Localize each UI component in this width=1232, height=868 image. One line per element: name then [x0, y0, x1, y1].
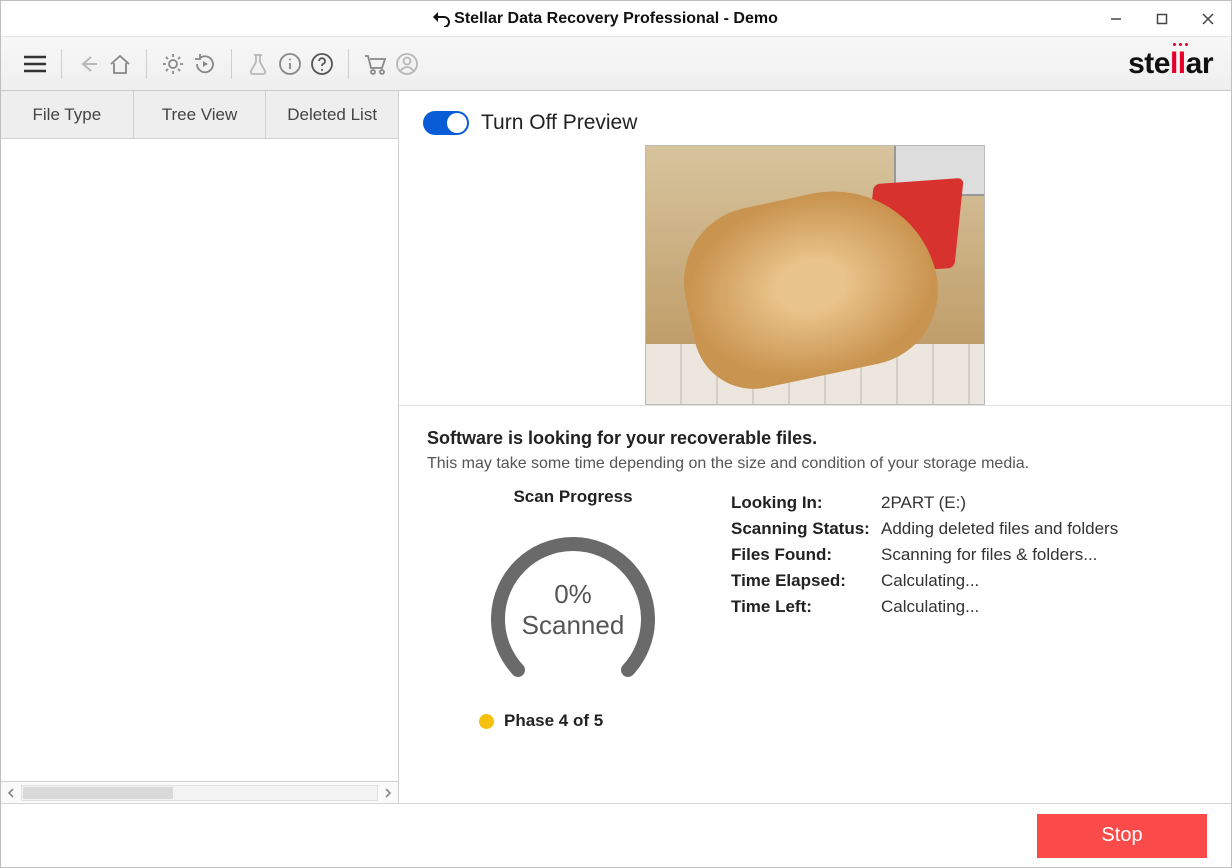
undo-icon[interactable]: [431, 9, 451, 32]
time-left-value: Calculating...: [881, 597, 979, 617]
progress-percent-sub: Scanned: [522, 610, 625, 641]
phase-label: Phase 4 of 5: [504, 711, 603, 731]
preview-toggle[interactable]: [423, 111, 469, 135]
help-icon[interactable]: [306, 48, 338, 80]
stop-button[interactable]: Stop: [1037, 814, 1207, 858]
brand-logo: stellar: [1128, 47, 1213, 81]
gear-icon[interactable]: [157, 48, 189, 80]
files-found-label: Files Found:: [731, 545, 881, 565]
right-panel: Turn Off Preview Software is looking for…: [399, 91, 1231, 803]
scroll-thumb[interactable]: [23, 787, 173, 799]
scanning-status-value: Adding deleted files and folders: [881, 519, 1118, 539]
footer: Stop: [1, 803, 1231, 867]
time-elapsed-value: Calculating...: [881, 571, 979, 591]
tree-area: [1, 139, 398, 781]
preview-toggle-label: Turn Off Preview: [481, 111, 637, 135]
phase-dot-icon: [479, 714, 494, 729]
toolbar: stellar: [1, 37, 1231, 91]
back-arrow-icon[interactable]: [72, 48, 104, 80]
status-heading: Software is looking for your recoverable…: [427, 428, 1203, 449]
home-icon[interactable]: [104, 48, 136, 80]
phase-row: Phase 4 of 5: [427, 711, 1203, 731]
close-button[interactable]: [1185, 1, 1231, 37]
preview-image: [645, 145, 985, 405]
time-elapsed-label: Time Elapsed:: [731, 571, 881, 591]
chevron-left-icon[interactable]: [1, 783, 21, 803]
app-window: Stellar Data Recovery Professional - Dem…: [0, 0, 1232, 868]
tab-file-type[interactable]: File Type: [1, 91, 134, 138]
user-icon[interactable]: [391, 48, 423, 80]
chevron-right-icon[interactable]: [378, 783, 398, 803]
titlebar: Stellar Data Recovery Professional - Dem…: [1, 1, 1231, 37]
status-section: Software is looking for your recoverable…: [399, 405, 1231, 735]
info-icon[interactable]: [274, 48, 306, 80]
tabs: File Type Tree View Deleted List: [1, 91, 398, 139]
content: File Type Tree View Deleted List Turn Of…: [1, 91, 1231, 803]
scroll-track[interactable]: [21, 785, 378, 801]
window-title: Stellar Data Recovery Professional - Dem…: [1, 10, 1231, 28]
menu-icon[interactable]: [19, 48, 51, 80]
resume-recovery-icon[interactable]: [189, 48, 221, 80]
tab-deleted-list[interactable]: Deleted List: [266, 91, 398, 138]
files-found-value: Scanning for files & folders...: [881, 545, 1097, 565]
left-panel: File Type Tree View Deleted List: [1, 91, 399, 803]
status-subheading: This may take some time depending on the…: [427, 455, 1203, 473]
minimize-button[interactable]: [1093, 1, 1139, 37]
progress-percent: 0%: [554, 579, 592, 610]
looking-in-value: 2PART (E:): [881, 493, 966, 513]
horizontal-scrollbar[interactable]: [1, 781, 398, 803]
scan-progress-label: Scan Progress: [453, 487, 693, 507]
labs-icon[interactable]: [242, 48, 274, 80]
time-left-label: Time Left:: [731, 597, 881, 617]
tab-tree-view[interactable]: Tree View: [134, 91, 267, 138]
progress-gauge: 0% Scanned: [478, 515, 668, 705]
scan-details: Looking In:2PART (E:) Scanning Status:Ad…: [731, 487, 1203, 705]
looking-in-label: Looking In:: [731, 493, 881, 513]
maximize-button[interactable]: [1139, 1, 1185, 37]
scanning-status-label: Scanning Status:: [731, 519, 881, 539]
cart-icon[interactable]: [359, 48, 391, 80]
